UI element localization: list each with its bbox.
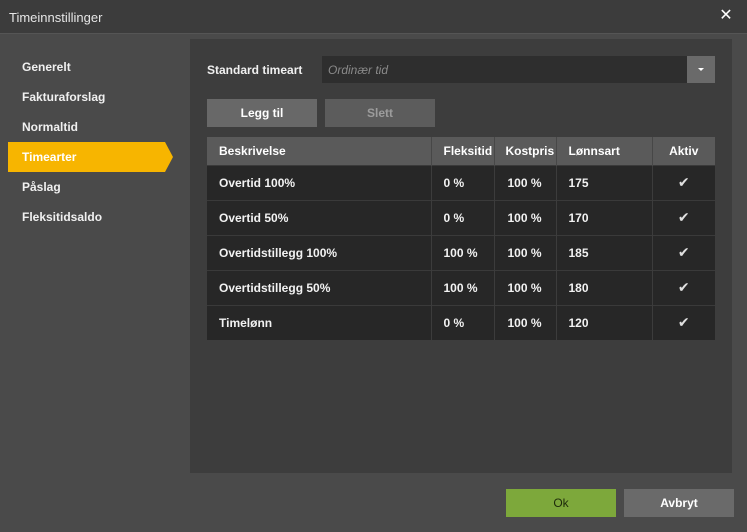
sidebar-item-fleksitidsaldo[interactable]: Fleksitidsaldo — [8, 202, 178, 232]
standard-timeart-label: Standard timeart — [207, 63, 303, 77]
column-header-fleksitid[interactable]: Fleksitid — [431, 137, 495, 165]
table-row[interactable]: Overtidstillegg 100% 100 % 100 % 185 ✔ — [207, 234, 715, 270]
cancel-button[interactable]: Avbryt — [624, 489, 734, 517]
cell-description: Timelønn — [207, 304, 432, 340]
sidebar-item-fakturaforslag[interactable]: Fakturaforslag — [8, 82, 178, 112]
cell-wage: 170 — [556, 199, 653, 235]
cell-wage: 175 — [556, 164, 653, 200]
column-header-kostpris[interactable]: Kostpris — [494, 137, 557, 165]
cell-flex: 100 % — [431, 234, 495, 270]
checkmark-icon[interactable]: ✔ — [678, 314, 690, 330]
cell-cost: 100 % — [494, 164, 557, 200]
sidebar-item-timearter[interactable]: Timearter — [8, 142, 173, 172]
sidebar-item-generelt[interactable]: Generelt — [8, 52, 178, 82]
cell-wage: 120 — [556, 304, 653, 340]
title-bar: Timeinnstillinger ✕ — [0, 0, 747, 34]
table-row[interactable]: Overtid 50% 0 % 100 % 170 ✔ — [207, 199, 715, 235]
cell-cost: 100 % — [494, 304, 557, 340]
checkmark-icon[interactable]: ✔ — [678, 279, 690, 295]
cell-flex: 0 % — [431, 164, 495, 200]
cell-description: Overtidstillegg 100% — [207, 234, 432, 270]
cell-flex: 100 % — [431, 269, 495, 305]
sidebar: Generelt Fakturaforslag Normaltid Timear… — [8, 52, 178, 232]
checkmark-icon[interactable]: ✔ — [678, 174, 690, 190]
column-header-beskrivelse[interactable]: Beskrivelse — [207, 137, 432, 165]
column-header-lonnsart[interactable]: Lønnsart — [556, 137, 653, 165]
checkmark-icon[interactable]: ✔ — [678, 244, 690, 260]
standard-timeart-select[interactable] — [322, 56, 687, 83]
window-title: Timeinnstillinger — [9, 10, 103, 25]
cell-description: Overtidstillegg 50% — [207, 269, 432, 305]
cell-cost: 100 % — [494, 234, 557, 270]
checkmark-icon[interactable]: ✔ — [678, 209, 690, 225]
cell-description: Overtid 100% — [207, 164, 432, 200]
dropdown-arrow-icon[interactable] — [687, 56, 715, 83]
close-icon[interactable]: ✕ — [719, 8, 733, 24]
table-row[interactable]: Timelønn 0 % 100 % 120 ✔ — [207, 304, 715, 340]
content-panel: Standard timeart Legg til Slett Beskrive… — [190, 39, 732, 473]
ok-button[interactable]: Ok — [506, 489, 616, 517]
table-header-row: Beskrivelse Fleksitid Kostpris Lønnsart … — [207, 137, 715, 165]
cell-flex: 0 % — [431, 199, 495, 235]
cell-cost: 100 % — [494, 269, 557, 305]
table-row[interactable]: Overtid 100% 0 % 100 % 175 ✔ — [207, 164, 715, 200]
cell-wage: 185 — [556, 234, 653, 270]
sidebar-item-paslag[interactable]: Påslag — [8, 172, 178, 202]
table-row[interactable]: Overtidstillegg 50% 100 % 100 % 180 ✔ — [207, 269, 715, 305]
timearter-table: Beskrivelse Fleksitid Kostpris Lønnsart … — [207, 137, 715, 340]
cell-description: Overtid 50% — [207, 199, 432, 235]
cell-cost: 100 % — [494, 199, 557, 235]
cell-wage: 180 — [556, 269, 653, 305]
cell-flex: 0 % — [431, 304, 495, 340]
sidebar-item-normaltid[interactable]: Normaltid — [8, 112, 178, 142]
add-button[interactable]: Legg til — [207, 99, 317, 127]
column-header-aktiv[interactable]: Aktiv — [652, 137, 715, 165]
delete-button[interactable]: Slett — [325, 99, 435, 127]
